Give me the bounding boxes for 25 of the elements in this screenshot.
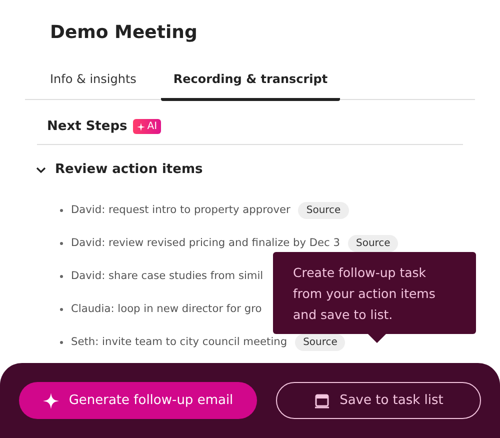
sparkle-icon [137, 122, 146, 130]
section-title: Next Steps [47, 119, 128, 134]
tab[interactable]: Recording & transcript [161, 72, 340, 101]
tooltip-text: Create follow-up task from your action items and save to list. [293, 264, 436, 324]
bullet-icon [60, 208, 63, 212]
source-button[interactable]: Source [298, 202, 349, 218]
ai-badge: AI [133, 119, 162, 134]
tab[interactable]: Info & insights [50, 72, 136, 101]
bullet-icon [60, 340, 63, 344]
action-item: David: request intro to property approver [71, 204, 290, 216]
action-item: David: share case studies from simil [71, 270, 264, 282]
source-button[interactable]: Source [295, 334, 346, 350]
bullet-icon [60, 242, 63, 244]
bullet-icon [60, 274, 63, 278]
tray-icon [314, 392, 330, 408]
source-button[interactable]: Source [348, 234, 398, 252]
action-item: Claudia: loop in new director for gro [71, 303, 262, 315]
bullet-icon [60, 308, 63, 310]
meeting-title: Demo Meeting [50, 22, 198, 45]
action-item: Seth: invite team to city council meeting [71, 336, 288, 348]
save-task-button[interactable]: Save to task list [276, 382, 481, 419]
action-item: David: review revised pricing and finalize by Dec 3 [71, 237, 340, 249]
group-title: Review action items [55, 162, 203, 177]
sparkle-icon [42, 392, 59, 408]
generate-email-button[interactable]: Generate follow-up email [19, 382, 257, 419]
